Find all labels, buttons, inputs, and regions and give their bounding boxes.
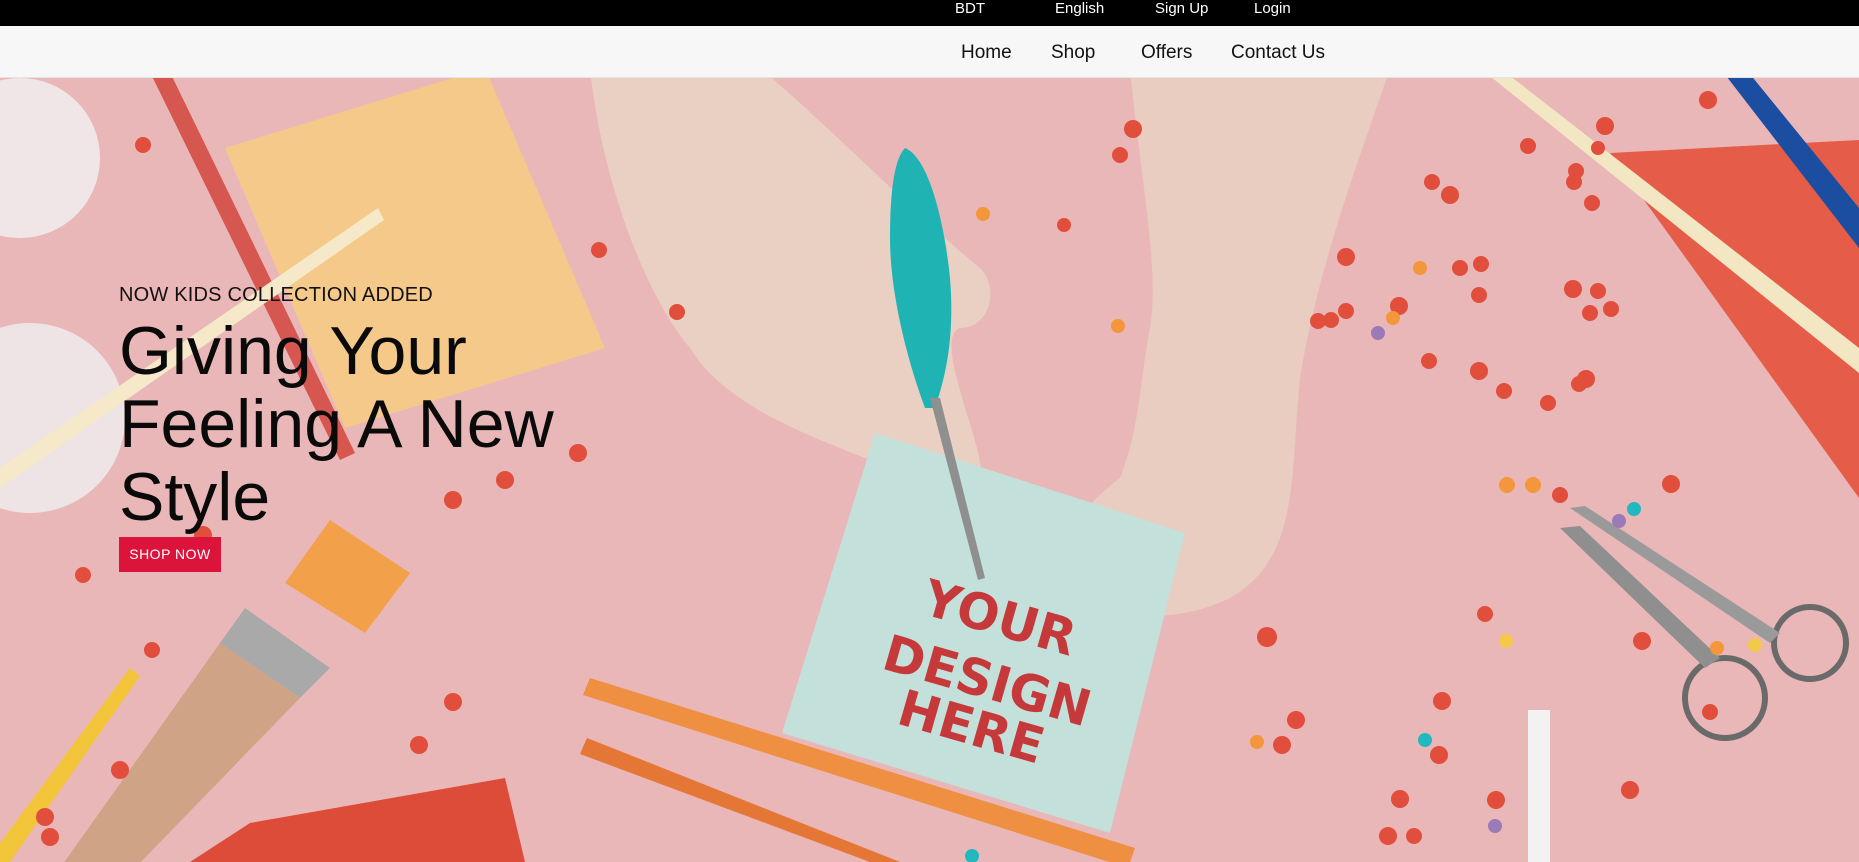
main-nav: Home Shop Offers Contact Us: [0, 26, 1859, 78]
top-bar: BDT English Sign Up Login: [0, 0, 1859, 26]
nav-item-home[interactable]: Home: [961, 42, 1012, 64]
signup-link[interactable]: Sign Up: [1155, 0, 1208, 18]
nav-item-offers[interactable]: Offers: [1141, 42, 1192, 64]
hero-headline: Giving Your Feeling A New Style: [119, 313, 554, 535]
login-link[interactable]: Login: [1254, 0, 1291, 18]
currency-selector[interactable]: BDT: [955, 0, 985, 18]
hero-eyebrow: NOW KIDS COLLECTION ADDED: [119, 284, 433, 306]
nav-item-contact-us[interactable]: Contact Us: [1231, 42, 1325, 64]
hero-banner: YOUR DESIGN HERE NOW KIDS COLLECTION ADD…: [0, 78, 1859, 862]
nav-item-shop[interactable]: Shop: [1051, 42, 1095, 64]
shop-now-button[interactable]: SHOP NOW: [119, 537, 221, 572]
language-selector[interactable]: English: [1055, 0, 1104, 18]
